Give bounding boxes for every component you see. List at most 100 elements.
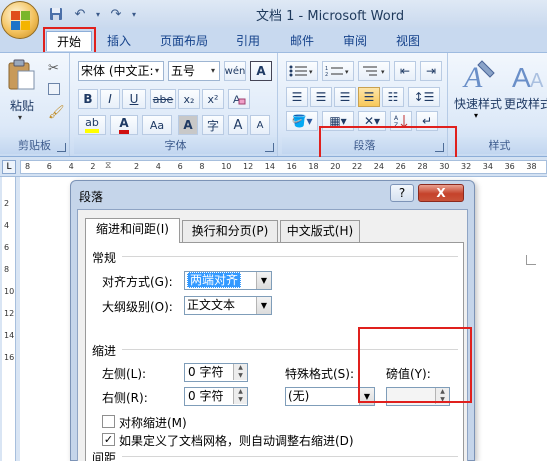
undo-dropdown-icon[interactable]: ▾	[94, 5, 102, 23]
strikethrough-button[interactable]: abe	[150, 89, 176, 109]
clipboard-group: 粘贴 ▾ ✂ 🖌 剪贴板	[0, 53, 70, 156]
enclose-characters-icon[interactable]: 字	[202, 115, 224, 135]
right-indent-spinner[interactable]: 0 字符 ▲ ▼	[184, 387, 248, 406]
justify-icon[interactable]: ☰	[358, 87, 380, 107]
multilevel-list-button[interactable]: ▾	[358, 61, 390, 81]
font-color-button[interactable]: A	[110, 115, 138, 135]
ruler-number: 16	[286, 162, 297, 171]
numbering-icon: 12 ▾	[325, 66, 349, 77]
clipboard-launcher-icon[interactable]	[57, 143, 66, 152]
change-styles-button[interactable]: A A 更改样式	[504, 57, 547, 117]
ruler-number: 6	[177, 162, 183, 171]
spin-down-icon[interactable]: ▼	[233, 396, 247, 404]
align-right-icon[interactable]: ☰	[334, 87, 356, 107]
close-button[interactable]: X	[418, 184, 464, 202]
font-launcher-icon[interactable]	[265, 143, 274, 152]
tab-mailings[interactable]: 邮件	[282, 31, 322, 51]
chevron-down-icon[interactable]: ▾	[151, 62, 163, 80]
chevron-down-icon[interactable]: ▼	[256, 297, 271, 314]
shrink-font-button[interactable]: A	[250, 115, 270, 135]
vertical-ruler[interactable]: 2 4 6 8 10 12 14 16	[2, 177, 16, 461]
left-indent-spinner[interactable]: 0 字符 ▲ ▼	[184, 363, 248, 382]
qat-customize-icon[interactable]: ▾	[130, 5, 138, 23]
distributed-icon[interactable]: ☷	[382, 87, 404, 107]
spin-up-icon[interactable]: ▲	[233, 364, 247, 372]
change-case-button[interactable]: Aa	[142, 115, 172, 135]
format-painter-icon[interactable]: 🖌	[48, 105, 65, 120]
font-color-icon: A	[119, 116, 129, 134]
clear-formatting-icon[interactable]: A	[228, 89, 250, 109]
indent-marker-icon[interactable]: ⧖	[105, 161, 111, 171]
tab-indents-and-spacing[interactable]: 缩进和间距(I)	[85, 218, 180, 243]
character-border-button[interactable]: A	[250, 61, 272, 81]
subscript-button[interactable]: x₂	[178, 89, 200, 109]
ruler-number: 24	[373, 162, 384, 171]
tab-line-and-page-breaks[interactable]: 换行和分页(P)	[182, 220, 278, 242]
decrease-indent-icon[interactable]: ⇤	[394, 61, 416, 81]
cut-icon[interactable]: ✂	[48, 61, 59, 76]
font-size-combo[interactable]: 五号 ▾	[168, 61, 220, 81]
save-icon[interactable]	[46, 5, 66, 23]
tab-view[interactable]: 视图	[388, 31, 428, 51]
font-group-label: 字体	[74, 137, 277, 154]
ruler-number: 20	[330, 162, 341, 171]
ruler-number: 8	[4, 265, 10, 274]
increase-indent-icon[interactable]: ⇥	[420, 61, 442, 81]
help-button[interactable]: ?	[390, 184, 414, 202]
quick-styles-button[interactable]: A 快速样式 ▾	[454, 57, 503, 120]
mirror-indents-checkbox[interactable]	[102, 415, 115, 428]
highlight-box-home-tab	[43, 27, 96, 54]
ruler-number: 12	[243, 162, 254, 171]
chevron-down-icon[interactable]: ▾	[474, 111, 478, 120]
quick-styles-label: 快速样式	[454, 97, 503, 111]
tab-review[interactable]: 审阅	[335, 31, 375, 51]
ruler-number: 12	[4, 309, 15, 318]
phonetic-guide-button[interactable]: wén	[224, 61, 246, 81]
superscript-button[interactable]: x²	[202, 89, 224, 109]
tab-insert[interactable]: 插入	[100, 31, 138, 51]
spin-up-icon[interactable]: ▲	[233, 388, 247, 396]
align-center-icon[interactable]: ☰	[310, 87, 332, 107]
ruler-number: 2	[134, 162, 140, 171]
tab-asian-typography[interactable]: 中文版式(H)	[280, 220, 360, 242]
italic-button[interactable]: I	[100, 89, 120, 109]
paste-button[interactable]: 粘贴 ▾	[6, 59, 38, 122]
styles-group: A 快速样式 ▾ A A 更改样式 样式	[452, 53, 547, 156]
alignment-select[interactable]: 两端对齐 ▼	[184, 271, 272, 290]
multilevel-list-icon: ▾	[363, 66, 385, 76]
tab-page-layout[interactable]: 页面布局	[152, 31, 216, 51]
auto-adjust-checkbox[interactable]: ✓	[102, 433, 115, 446]
indentation-heading: 缩进	[92, 344, 117, 358]
general-heading: 常规	[92, 251, 117, 265]
divider	[122, 256, 458, 257]
tab-selector-button[interactable]: L	[2, 160, 16, 174]
copy-icon[interactable]	[48, 83, 60, 95]
underline-button[interactable]: U	[122, 89, 146, 109]
highlight-box-indent-by	[358, 327, 472, 403]
grow-font-button[interactable]: A	[228, 115, 248, 135]
text-highlight-button[interactable]: ab	[78, 115, 106, 135]
bold-button[interactable]: B	[78, 89, 98, 109]
paste-dropdown-icon[interactable]: ▾	[18, 113, 22, 122]
font-group: 宋体 (中文正: ▾ 五号 ▾ wén A B I U abe x₂ x² A …	[74, 53, 278, 156]
font-name-combo[interactable]: 宋体 (中文正: ▾	[78, 61, 164, 81]
ruler-number: 4	[4, 221, 10, 230]
office-button[interactable]	[1, 1, 39, 39]
undo-icon[interactable]: ↶	[70, 5, 90, 23]
character-shading-button[interactable]: A	[178, 115, 198, 135]
shading-button[interactable]: 🪣▾	[286, 111, 318, 131]
bullets-button[interactable]: ▾	[286, 61, 318, 81]
align-left-icon[interactable]: ☰	[286, 87, 308, 107]
chevron-down-icon[interactable]: ▾	[207, 62, 219, 80]
chevron-down-icon[interactable]: ▼	[256, 272, 271, 289]
ruler-number: 10	[221, 162, 232, 171]
numbering-button[interactable]: 1 2 ▾	[322, 61, 354, 81]
ruler-number: 14	[264, 162, 275, 171]
special-format-label: 特殊格式(S):	[285, 367, 355, 381]
horizontal-ruler[interactable]: 8 6 4 2 2 4 6 8 10 12 14 16 18 20 22 24 26 28 30 32 34 36 38 ⧖	[20, 160, 547, 174]
spin-down-icon[interactable]: ▼	[233, 372, 247, 380]
tab-references[interactable]: 引用	[228, 31, 268, 51]
line-spacing-icon[interactable]: ↕☰	[408, 87, 440, 107]
redo-icon[interactable]: ↷	[106, 5, 126, 23]
outline-level-select[interactable]: 正文文本 ▼	[184, 296, 272, 315]
